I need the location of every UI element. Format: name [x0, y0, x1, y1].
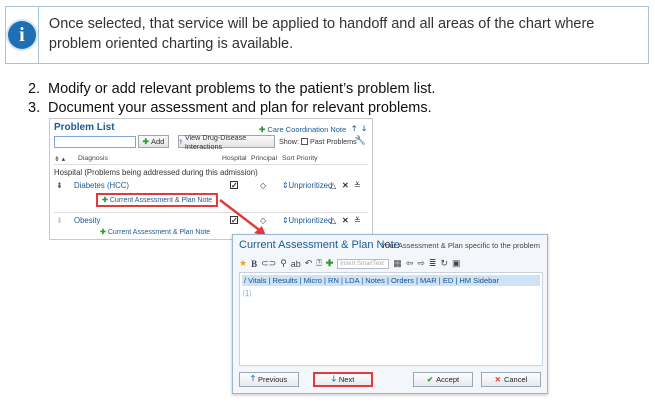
assessment-plan-note-dialog: Current Assessment & Plan Note Your Asse… [232, 234, 548, 394]
care-coordination-label: Care Coordination Note [267, 125, 347, 134]
arrow-up-icon: 🡑 [250, 373, 255, 383]
past-problems-label: Past Problems [309, 137, 357, 146]
add-label: Add [150, 137, 165, 146]
current-assessment-plan-note-button[interactable]: ✚ Current Assessment & Plan Note [96, 227, 214, 237]
info-text: Once selected, that service will be appl… [48, 16, 595, 52]
expand-icon[interactable]: ≚ [354, 181, 361, 190]
header-diagnosis[interactable]: Diagnosis [78, 155, 108, 162]
accept-label: Accept [436, 375, 460, 384]
bold-icon[interactable]: B [251, 259, 257, 269]
info-callout: i Once selected, that service will be ap… [5, 6, 649, 64]
problem-diagnosis[interactable]: Obesity [74, 216, 100, 225]
expand-window-icon[interactable]: ▣ [452, 258, 461, 269]
arrow-down-icon: 🡓 [331, 373, 336, 383]
header-hospital[interactable]: Hospital [222, 155, 247, 162]
expand-icon[interactable]: ≚ [354, 216, 361, 225]
info-icon-cell: i [6, 7, 39, 63]
info-icon: i [7, 21, 36, 49]
step-text: Modify or add relevant problems to the p… [48, 81, 436, 97]
principal-diamond-icon[interactable]: ◇ [260, 181, 266, 190]
dialog-title: Current Assessment & Plan Note [239, 239, 400, 251]
header-sort-priority[interactable]: Sort Priority [282, 155, 318, 162]
remove-icon[interactable]: ✕ [342, 181, 349, 190]
warning-triangle-icon[interactable]: △ [330, 181, 336, 190]
priority-select[interactable]: ⇕ Unprioritized [282, 181, 332, 190]
note-editor[interactable]: / Vitals | Results | Micro | RN | LDA | … [239, 272, 543, 366]
wrench-icon[interactable]: 🔧 [355, 135, 366, 146]
plus-icon: ✚ [142, 137, 149, 146]
note-button-label: Current Assessment & Plan Note [109, 196, 213, 204]
priority-value: Unprioritized [288, 181, 333, 190]
problem-search-input[interactable] [54, 136, 136, 148]
smartlist-icon[interactable]: ▦ [393, 258, 402, 269]
past-problems-checkbox[interactable] [300, 138, 308, 145]
principal-diamond-icon[interactable]: ◇ [260, 216, 266, 225]
link-icon[interactable]: ⊂⊃ [261, 258, 276, 269]
format-icon[interactable]: ≣ [429, 258, 437, 269]
step-2: 2. Modify or add relevant problems to th… [28, 80, 435, 99]
show-filter: Show: Past Problems [279, 137, 357, 146]
close-icon: ✕ [494, 375, 501, 384]
interaction-icon: ⚕ [179, 137, 183, 146]
smartlink-icon[interactable]: ⑴ [243, 288, 251, 299]
cancel-label: Cancel [503, 375, 528, 384]
dialog-subtitle: Your Assessment & Plan specific to the p… [381, 241, 540, 250]
previous-button[interactable]: 🡑 Previous [239, 372, 299, 387]
arrow-right-icon[interactable]: ⇨ [417, 258, 425, 269]
undo-icon[interactable]: ↶ [305, 258, 313, 269]
problem-list-panel: Problem List ✚ Care Coordination Note 🡑 … [49, 118, 373, 240]
problem-row: ⇟ Diabetes (HCC) ✓ ◇ ⇕ Unprioritized △ ✕… [54, 181, 368, 193]
problem-list-title: Problem List [54, 122, 115, 133]
plus-icon: ✚ [102, 197, 108, 204]
view-ddi-label: View Drug-Disease Interactions [184, 132, 247, 151]
spellcheck-icon[interactable]: ab [291, 259, 301, 269]
step-number: 2. [28, 81, 41, 97]
pin-icon[interactable]: ⇟ [56, 181, 63, 190]
insert-icon[interactable]: ⍰ [316, 258, 321, 269]
activity-links[interactable]: / Vitals | Results | Micro | RN | LDA | … [242, 275, 540, 286]
smarttext-input[interactable]: Insert SmartText [337, 258, 390, 269]
step-3: 3. Document your assessment and plan for… [28, 99, 435, 118]
next-label: Next [338, 375, 355, 384]
plus-icon[interactable]: ✚ [326, 258, 334, 269]
search-icon[interactable]: ⚲ [280, 258, 287, 269]
editor-toolbar: ★ B ⊂⊃ ⚲ ab ↶ ⍰ ✚ Insert SmartText ▦ ⇦ ⇨… [239, 257, 543, 270]
previous-label: Previous [257, 375, 288, 384]
refresh-icon[interactable]: ↻ [440, 258, 448, 269]
remove-icon[interactable]: ✕ [342, 216, 349, 225]
problem-diagnosis[interactable]: Diabetes (HCC) [74, 181, 129, 190]
divider [54, 212, 368, 213]
checkmark-icon: ✔ [426, 375, 434, 384]
current-assessment-plan-note-button[interactable]: ✚ Current Assessment & Plan Note [96, 193, 219, 207]
priority-select[interactable]: ⇕ Unprioritized [282, 216, 332, 225]
star-icon[interactable]: ★ [239, 258, 247, 269]
priority-value: Unprioritized [288, 216, 333, 225]
problem-list-top-actions: ✚ Care Coordination Note 🡑 🡓 [259, 123, 366, 136]
note-button-label: Current Assessment & Plan Note [107, 228, 211, 236]
add-problem-button[interactable]: ✚ Add [138, 135, 169, 148]
divider [54, 164, 368, 165]
next-button[interactable]: 🡓 Next [313, 372, 373, 387]
arrow-left-icon[interactable]: ⇦ [406, 258, 414, 269]
cancel-button[interactable]: ✕ Cancel [481, 372, 541, 387]
instruction-steps: 2. Modify or add relevant problems to th… [28, 80, 435, 118]
hospital-checkbox[interactable]: ✓ [230, 181, 238, 190]
warning-triangle-icon[interactable]: △ [330, 216, 336, 225]
plus-icon: ✚ [100, 229, 106, 236]
problem-group-label: Hospital (Problems being addressed durin… [54, 168, 258, 177]
step-text: Document your assessment and plan for re… [48, 100, 432, 116]
header-principal[interactable]: Principal [251, 155, 277, 162]
hospital-checkbox[interactable]: ✓ [230, 216, 238, 225]
view-drug-disease-interactions-button[interactable]: ⚕ View Drug-Disease Interactions [178, 132, 275, 151]
pin-sort-icon[interactable]: ⇟ ▴ [54, 155, 65, 163]
pin-icon[interactable]: ⇟ [56, 216, 63, 225]
step-number: 3. [28, 100, 41, 116]
accept-button[interactable]: ✔ Accept [413, 372, 473, 387]
show-label: Show: [279, 137, 299, 146]
